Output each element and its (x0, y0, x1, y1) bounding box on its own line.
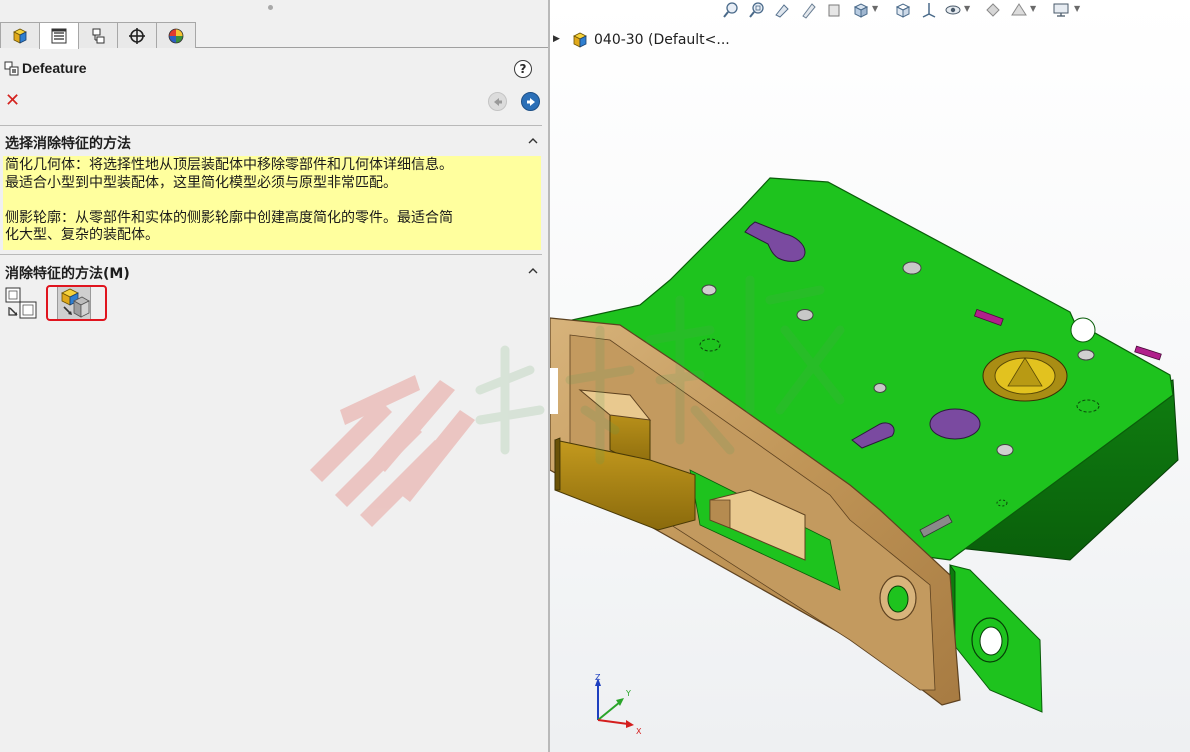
spindle-hole[interactable] (929, 408, 981, 440)
dynamic-annotation-icon[interactable] (826, 1, 844, 19)
triad-z-label: Z (595, 673, 601, 682)
triad-x-label: X (636, 727, 642, 736)
faceplate-screw-hole-inner[interactable] (887, 585, 909, 613)
action-row: ✕ (0, 90, 548, 114)
triad-toggle-icon[interactable] (920, 1, 938, 19)
arrow-left-icon (493, 97, 502, 106)
reference-triad: Z Y X (595, 673, 642, 736)
property-manager-header: Defeature ? (0, 56, 548, 82)
panel-grip[interactable] (268, 5, 273, 10)
property-manager-panel: Defeature ? ✕ 选择消除特征的方法 简化几何体：将选择性地从顶层装配… (0, 0, 548, 752)
configuration-icon (92, 28, 105, 43)
close-icon: ✕ (5, 90, 21, 111)
property-list-icon (51, 28, 67, 44)
hide-show-items-icon[interactable] (944, 1, 962, 19)
heads-up-view-toolbar: ▼ ▼ ▼ ▼ (722, 0, 1092, 20)
graphics-area[interactable]: ▼ ▼ ▼ ▼ ▶ 040-30 (Default<... Z Y X (550, 0, 1190, 752)
stud[interactable] (996, 444, 1014, 456)
tab-configuration-manager[interactable] (78, 22, 118, 48)
deadbolt-front[interactable] (554, 437, 561, 491)
cancel-button[interactable]: ✕ (5, 92, 23, 110)
chevron-down-icon[interactable]: ▼ (1030, 4, 1036, 13)
page-title: Defeature (22, 60, 87, 76)
manager-tabs (0, 22, 548, 49)
display-style-icon[interactable] (894, 1, 912, 19)
info-line: 侧影轮廓：从零部件和实体的侧影轮廓中创建高度简化的零件。最适合简 (5, 209, 453, 226)
zoom-to-fit-icon[interactable] (722, 1, 740, 19)
strike-hole-inner[interactable] (979, 626, 1003, 656)
simplified-geometry-icon (5, 287, 37, 319)
divider (0, 125, 542, 126)
group-title: 选择消除特征的方法 (5, 136, 131, 152)
method-info-box: 简化几何体：将选择性地从顶层装配体中移除零部件和几何体详细信息。 最适合小型到中… (3, 156, 541, 250)
tab-display-manager[interactable] (156, 22, 196, 48)
notch[interactable] (1070, 317, 1096, 343)
arrow-right-icon (526, 97, 535, 106)
expand-arrow-icon[interactable]: ▶ (553, 34, 560, 44)
solidworks-window: Defeature ? ✕ 选择消除特征的方法 简化几何体：将选择性地从顶层装配… (0, 0, 1190, 752)
chevron-down-icon[interactable]: ▼ (1074, 4, 1080, 13)
info-line: 简化几何体：将选择性地从顶层装配体中移除零部件和几何体详细信息。 (5, 157, 453, 173)
simplified-geometry-button[interactable] (4, 286, 38, 320)
chevron-down-icon[interactable]: ▼ (872, 4, 878, 13)
stud[interactable] (902, 261, 922, 275)
group-title: 消除特征的方法(M) (5, 266, 130, 282)
view-orientation-icon[interactable] (852, 1, 870, 19)
stud[interactable] (873, 383, 887, 393)
defeature-method-group-header[interactable]: 消除特征的方法(M) (0, 261, 548, 283)
tab-dimxpert-manager[interactable] (117, 22, 157, 48)
part-icon (13, 28, 27, 44)
tree-item-label[interactable]: 040-30 (Default<... (594, 32, 730, 48)
stud[interactable] (796, 309, 814, 321)
defeature-icon (4, 61, 19, 76)
tab-property-manager[interactable] (39, 22, 79, 49)
tab-feature-manager[interactable] (0, 22, 40, 48)
apply-scene-icon[interactable] (1010, 1, 1028, 19)
chevron-up-icon[interactable] (526, 264, 540, 278)
help-icon: ? (519, 62, 527, 76)
view-settings-icon[interactable] (1052, 1, 1070, 19)
appearance-ball-icon (168, 28, 184, 43)
section-view-icon[interactable] (800, 1, 818, 19)
assembly-model[interactable] (550, 0, 1190, 752)
back-button[interactable] (488, 92, 507, 111)
model-cut-edge (550, 368, 558, 414)
flyout-feature-tree: ▶ 040-30 (Default<... (550, 30, 850, 52)
zoom-to-area-icon[interactable] (748, 1, 766, 19)
crosshair-icon (129, 27, 145, 44)
help-button[interactable]: ? (514, 60, 532, 78)
previous-view-icon[interactable] (774, 1, 792, 19)
select-method-group-header[interactable]: 选择消除特征的方法 (0, 131, 548, 153)
triad-y-label: Y (625, 689, 631, 698)
info-line: 化大型、复杂的装配体。 (5, 227, 159, 243)
part-icon (573, 32, 587, 48)
stud[interactable] (1077, 349, 1095, 361)
stud[interactable] (701, 284, 717, 296)
selection-highlight (46, 285, 107, 321)
next-button[interactable] (521, 92, 540, 111)
chevron-up-icon[interactable] (526, 134, 540, 148)
edit-appearance-icon[interactable] (984, 1, 1002, 19)
chevron-down-icon[interactable]: ▼ (964, 4, 970, 13)
info-line: 最适合小型到中型装配体，这里简化模型必须与原型非常匹配。 (5, 174, 397, 191)
divider (0, 254, 542, 255)
